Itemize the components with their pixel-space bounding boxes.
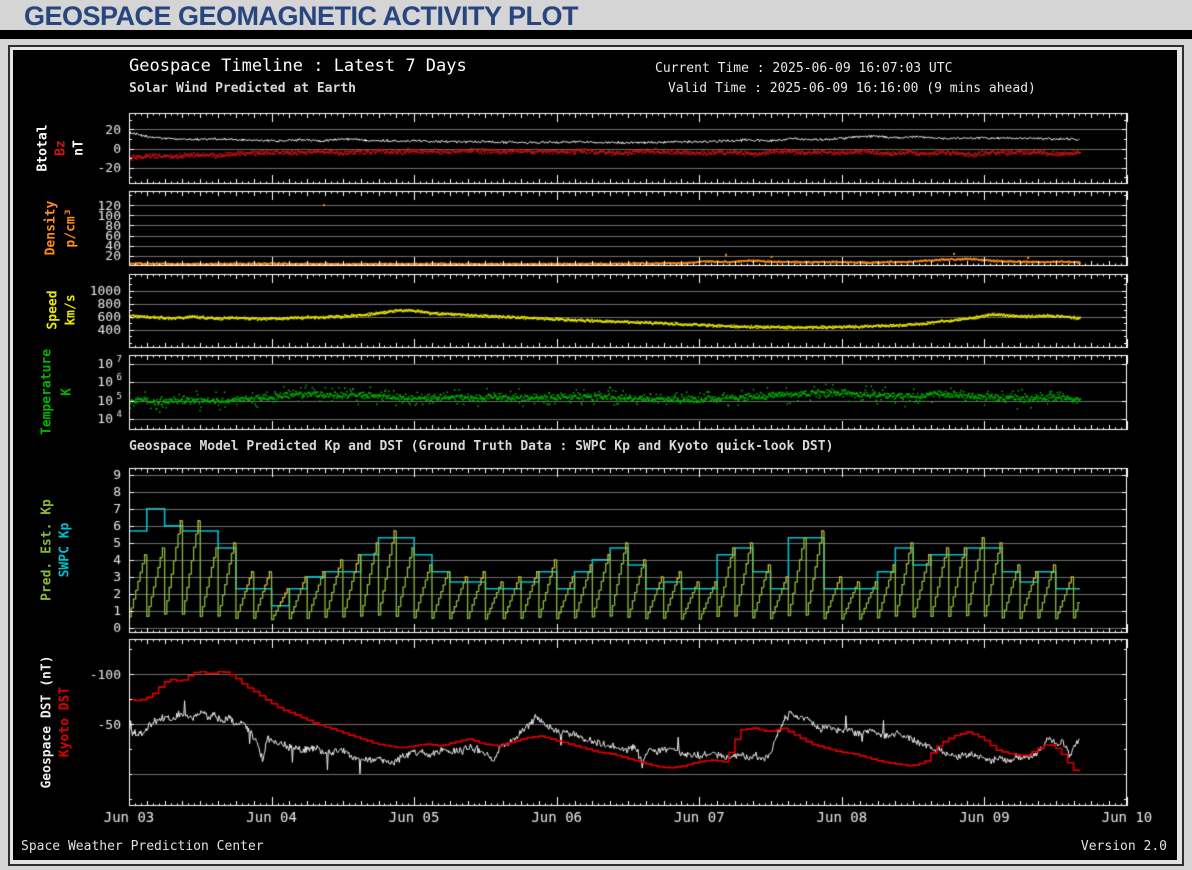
current-time-label: Current Time : 2025-06-09 16:07:03 UTC <box>655 61 953 76</box>
plot-surface: Geospace Timeline : Latest 7 Days Curren… <box>13 50 1177 860</box>
solar-wind-subtitle: Solar Wind Predicted at Earth <box>129 81 356 96</box>
chart-title: Geospace Timeline : Latest 7 Days <box>129 56 467 76</box>
ylabel-speed-unit: km/s <box>63 294 79 326</box>
ylabel-density-unit: p/cm³ <box>63 208 79 248</box>
footer-source: Space Weather Prediction Center <box>21 839 264 854</box>
ylabel-swpc-kp: SWPC Kp <box>57 522 73 578</box>
ylabel-pred-kp: Pred. Est. Kp <box>39 499 55 601</box>
page: GEOSPACE GEOMAGNETIC ACTIVITY PLOT Geosp… <box>0 0 1192 870</box>
ylabel-speed: Speed <box>45 290 61 330</box>
kp-dst-subtitle: Geospace Model Predicted Kp and DST (Gro… <box>129 439 834 454</box>
ylabel-kyoto-dst: Kyoto DST <box>57 686 73 758</box>
ylabel-btotal: Btotal <box>35 124 51 172</box>
page-title: GEOSPACE GEOMAGNETIC ACTIVITY PLOT <box>24 1 579 31</box>
ylabel-geospace-dst: Geospace DST (nT) <box>39 655 55 789</box>
header-divider-bar <box>0 30 1192 39</box>
valid-time-label: Valid Time : 2025-06-09 16:16:00 (9 mins… <box>668 81 1036 96</box>
ylabel-density: Density <box>43 200 59 256</box>
ylabel-bz: Bz <box>53 140 69 156</box>
chart-canvas <box>13 50 1177 860</box>
footer-version: Version 2.0 <box>1080 839 1167 854</box>
ylabel-nt: nT <box>71 140 87 156</box>
ylabel-temperature-unit: K <box>59 388 75 396</box>
ylabel-temperature: Temperature <box>39 348 55 436</box>
plot-frame: Geospace Timeline : Latest 7 Days Curren… <box>8 45 1184 866</box>
